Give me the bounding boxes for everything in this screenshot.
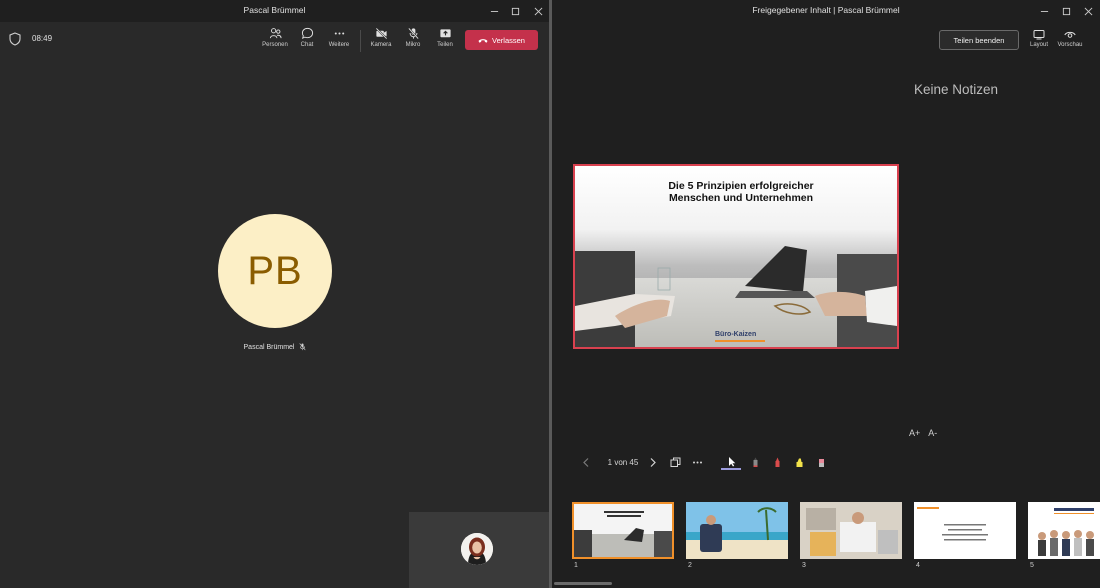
font-size-controls: A+ A- <box>909 428 937 438</box>
minimize-icon[interactable] <box>484 3 504 19</box>
shared-titlebar: Freigegebener Inhalt | Pascal Brümmel <box>552 0 1100 22</box>
increase-font-button[interactable]: A+ <box>909 428 920 438</box>
more-label: Weitere <box>328 42 350 48</box>
thumbnail-number-5: 5 <box>1030 562 1034 569</box>
layout-label: Layout <box>1029 42 1048 48</box>
thumbnail-2-image <box>686 502 788 559</box>
meeting-window: Pascal Brümmel 08:49 Personen Chat Weite… <box>0 0 549 588</box>
more-icon <box>692 461 702 463</box>
people-button[interactable]: Personen <box>258 27 292 55</box>
eraser-icon <box>818 458 824 467</box>
maximize-icon[interactable] <box>1056 3 1076 19</box>
slide-title: Die 5 Prinzipien erfolgreicher Menschen … <box>575 180 897 204</box>
more-icon <box>334 32 344 35</box>
participant-initials: PB <box>247 248 303 293</box>
thumbnail-5-image <box>1028 502 1100 559</box>
mic-label: Mikro <box>405 42 421 48</box>
hang-up-icon <box>478 38 488 43</box>
shield-icon[interactable] <box>9 32 21 46</box>
slide-overview-button[interactable] <box>668 454 682 470</box>
camera-off-icon <box>375 27 387 40</box>
slide-counter: 1 von 45 <box>607 457 639 467</box>
meeting-timer: 08:49 <box>32 34 53 43</box>
meeting-window-title: Pascal Brümmel <box>243 5 306 15</box>
chevron-right-icon <box>650 457 656 467</box>
meeting-titlebar: Pascal Brümmel <box>0 0 549 22</box>
thumbnail-scrollbar[interactable] <box>554 582 612 585</box>
participant-name: Pascal Brümmel <box>243 343 295 351</box>
close-icon[interactable] <box>1078 3 1098 19</box>
presenter-controls: 1 von 45 <box>580 452 840 472</box>
red-pen-button[interactable] <box>770 454 784 470</box>
thumbnail-3-image <box>800 502 902 559</box>
slides-grid-icon <box>670 457 680 467</box>
slide-title-line-1: Die 5 Prinzipien erfolgreicher <box>668 180 814 192</box>
mic-button[interactable]: Mikro <box>396 27 430 55</box>
self-avatar <box>461 533 493 565</box>
mic-muted-icon <box>299 343 307 351</box>
thumbnail-number-2: 2 <box>688 562 692 569</box>
highlighter-button[interactable] <box>792 454 806 470</box>
more-button[interactable]: Weitere <box>322 27 356 55</box>
chevron-left-icon <box>582 457 588 467</box>
mic-off-icon <box>407 27 419 40</box>
slide-logo: Büro-Kaizen <box>715 331 756 338</box>
shared-window-title: Freigegebener Inhalt | Pascal Brümmel <box>752 5 900 15</box>
red-pen-icon <box>775 457 779 467</box>
pen-button[interactable] <box>748 454 762 470</box>
thumbnail-number-4: 4 <box>916 562 920 569</box>
participant-avatar: PB <box>218 214 332 328</box>
minimize-icon[interactable] <box>1034 3 1054 19</box>
leave-button[interactable]: Verlassen <box>465 30 538 50</box>
camera-label: Kamera <box>370 42 392 48</box>
thumbnail-slide-5[interactable] <box>1028 502 1100 559</box>
preview-eye-icon <box>1064 31 1076 38</box>
layout-button[interactable]: Layout <box>1023 29 1055 55</box>
thumbnail-slide-4[interactable] <box>914 502 1016 559</box>
shared-content-window: Freigegebener Inhalt | Pascal Brümmel Te… <box>552 0 1100 588</box>
layout-icon <box>1033 30 1045 40</box>
participant-name-row: Pascal Brümmel <box>200 343 350 351</box>
thumbnail-4-image <box>914 502 1016 559</box>
preview-button[interactable]: Vorschau <box>1054 29 1086 55</box>
pointer-icon <box>728 456 735 466</box>
current-slide: Büro-Kaizen Die 5 Prinzipien erfolgreich… <box>573 164 899 349</box>
thumbnail-slide-3[interactable] <box>800 502 902 559</box>
toolbar-separator <box>360 30 361 52</box>
preview-label: Vorschau <box>1057 42 1083 48</box>
share-label: Teilen <box>437 42 453 48</box>
chat-button[interactable]: Chat <box>290 27 324 55</box>
highlighter-icon <box>796 458 802 467</box>
decrease-font-button[interactable]: A- <box>928 428 937 438</box>
speaker-notes: Keine Notizen <box>914 82 999 97</box>
chat-label: Chat <box>300 42 314 48</box>
eraser-button[interactable] <box>814 454 828 470</box>
self-avatar-photo <box>461 533 493 565</box>
people-icon <box>269 28 282 39</box>
slide-title-line-2: Menschen und Unternehmen <box>668 192 814 204</box>
maximize-icon[interactable] <box>505 3 525 19</box>
people-label: Personen <box>262 42 288 48</box>
thumbnail-slide-2[interactable] <box>686 502 788 559</box>
share-icon <box>439 29 451 38</box>
laser-pointer-button[interactable] <box>721 454 741 470</box>
camera-button[interactable]: Kamera <box>364 27 398 55</box>
thumbnail-1-image <box>574 504 672 557</box>
pen-icon <box>753 457 757 467</box>
previous-slide-button[interactable] <box>580 454 592 470</box>
thumbnail-number-1: 1 <box>574 562 578 569</box>
chat-icon <box>301 27 313 39</box>
leave-label: Verlassen <box>492 35 525 45</box>
slide-thumbnails: 1 2 3 4 5 <box>572 502 1100 574</box>
thumbnail-slide-1[interactable] <box>572 502 674 559</box>
screen: Pascal Brümmel 08:49 Personen Chat Weite… <box>0 0 1100 588</box>
thumbnail-number-3: 3 <box>802 562 806 569</box>
meeting-toolbar: 08:49 Personen Chat Weitere Kamera Mikro… <box>0 22 549 58</box>
stop-sharing-button[interactable]: Teilen beenden <box>939 30 1019 50</box>
share-button[interactable]: Teilen <box>428 27 462 55</box>
next-slide-button[interactable] <box>646 454 658 470</box>
close-icon[interactable] <box>528 3 548 19</box>
more-options-button[interactable] <box>690 454 704 470</box>
